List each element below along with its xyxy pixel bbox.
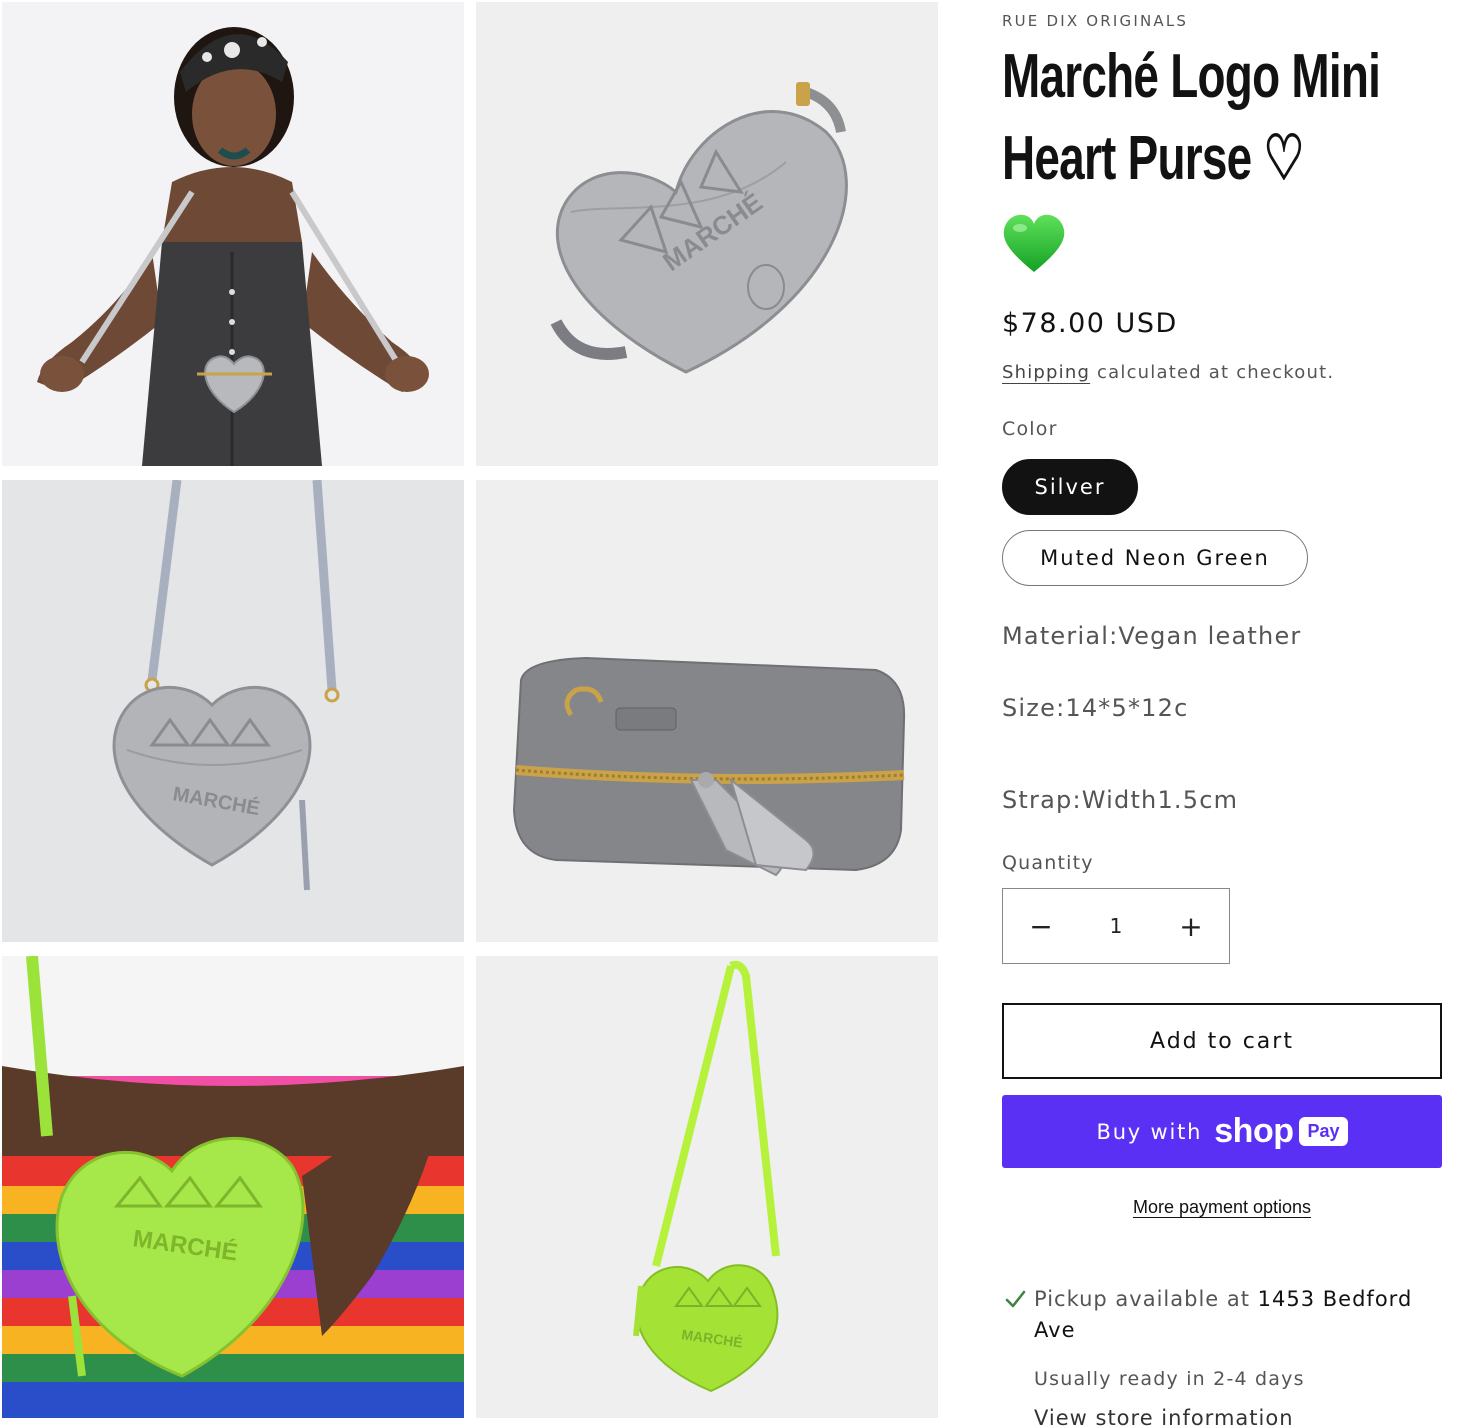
quantity-label: Quantity [1002,852,1094,874]
color-label: Color [1002,418,1058,440]
product-title: Marché Logo Mini Heart Purse ♡ [1002,36,1446,200]
quantity-increase-button[interactable]: + [1153,889,1229,963]
product-image-2[interactable]: MARCHÉ [476,2,938,466]
product-image-3[interactable]: MARCHÉ [2,480,464,942]
strap-spec: Strap:Width1.5cm [1002,786,1239,814]
quantity-decrease-button[interactable]: − [1003,889,1079,963]
quantity-stepper: − 1 + [1002,888,1230,964]
color-option-silver[interactable]: Silver [1002,459,1138,515]
shipping-note: Shipping calculated at checkout. [1002,362,1334,383]
green-heart-icon [1003,214,1065,272]
size-spec: Size:14*5*12c [1002,694,1189,722]
product-image-6[interactable]: MARCHÉ [476,956,938,1418]
color-option-muted-neon-green[interactable]: Muted Neon Green [1002,530,1308,586]
shop-pay-button[interactable]: Buy with shop Pay [1002,1095,1442,1168]
vendor-name: RUE DIX ORIGINALS [1002,12,1189,30]
product-gallery: MARCHÉ MARCHÉ MARCHÉ MARCHÉ [0,0,940,1428]
pickup-ready-time: Usually ready in 2-4 days [1034,1368,1305,1390]
pickup-text: Pickup available at 1453 Bedford Ave [1034,1284,1414,1346]
quantity-input[interactable]: 1 [1079,914,1153,938]
product-price: $78.00 USD [1002,308,1178,339]
product-title-line-1: Marché Logo Mini [1002,42,1381,111]
add-to-cart-button[interactable]: Add to cart [1002,1003,1442,1079]
product-image-4[interactable] [476,480,938,942]
pickup-prefix: Pickup available at [1034,1287,1258,1311]
product-title-line-2: Heart Purse ♡ [1002,124,1305,193]
check-icon [1005,1290,1026,1308]
pay-badge: Pay [1299,1117,1348,1146]
view-store-information-link[interactable]: View store information [1034,1406,1294,1428]
shop-logo-text: shop [1214,1112,1294,1150]
shipping-note-suffix: calculated at checkout. [1090,362,1335,383]
more-payment-options: More payment options [1002,1197,1442,1218]
shipping-link[interactable]: Shipping [1002,362,1090,383]
product-image-5[interactable]: MARCHÉ [2,956,464,1418]
material-spec: Material:Vegan leather [1002,622,1302,650]
more-payment-options-link[interactable]: More payment options [1133,1197,1311,1217]
product-image-1[interactable] [2,2,464,466]
buy-with-label: Buy with [1096,1119,1203,1144]
